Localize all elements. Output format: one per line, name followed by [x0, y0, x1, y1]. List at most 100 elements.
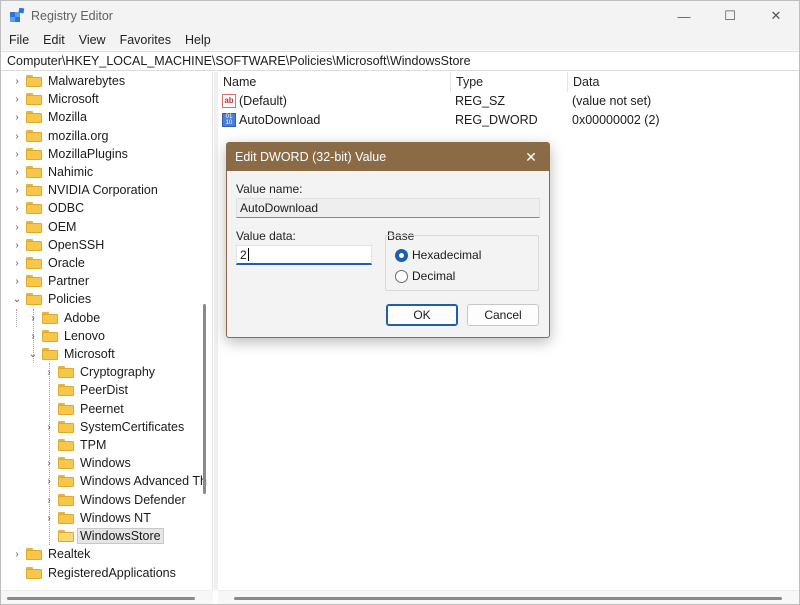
radio-checked-icon[interactable] [395, 248, 408, 262]
tree-item-windows[interactable]: › Windows [43, 454, 133, 472]
folder-icon [26, 293, 42, 305]
menu-view[interactable]: View [71, 31, 112, 50]
radio-hexadecimal[interactable]: Hexadecimal [395, 248, 481, 262]
chevron-right-icon[interactable]: › [11, 90, 23, 108]
registry-editor-icon [10, 8, 25, 22]
dialog-title: Edit DWORD (32-bit) Value [235, 150, 387, 164]
folder-icon [58, 439, 74, 451]
tree-item-registeredapplications[interactable]: RegisteredApplications [11, 564, 178, 582]
tree-item-nahimic[interactable]: › Nahimic [11, 163, 95, 181]
tree-item-adobe[interactable]: › Adobe [27, 309, 102, 327]
scroll-thumb[interactable] [7, 597, 195, 600]
menu-edit[interactable]: Edit [35, 31, 71, 50]
tree-item-windows-defender[interactable]: › Windows Defender [43, 491, 188, 509]
chevron-right-icon[interactable]: › [11, 72, 23, 90]
cancel-button[interactable]: Cancel [467, 304, 539, 326]
base-radio-group: Hexadecimal Decimal [385, 235, 539, 291]
chevron-right-icon[interactable]: › [43, 472, 55, 490]
tree-item-peernet[interactable]: Peernet [43, 400, 126, 418]
tree-item-peerdist[interactable]: PeerDist [43, 381, 130, 399]
minimize-icon: — [677, 8, 691, 24]
dialog-title-bar[interactable]: Edit DWORD (32-bit) Value ✕ [227, 143, 549, 171]
chevron-right-icon[interactable]: › [11, 254, 23, 272]
menu-favorites[interactable]: Favorites [112, 31, 177, 50]
maximize-button[interactable]: ☐ [707, 1, 753, 31]
tree-item-malwarebytes[interactable]: › Malwarebytes [11, 72, 127, 90]
tree-item-partner[interactable]: › Partner [11, 272, 91, 290]
tree-item-cryptography[interactable]: › Cryptography [43, 363, 157, 381]
chevron-right-icon[interactable]: › [43, 418, 55, 436]
tree-item-realtek[interactable]: › Realtek [11, 545, 92, 563]
tree-item-nvidia[interactable]: › NVIDIA Corporation [11, 181, 160, 199]
dialog-close-icon[interactable]: ✕ [521, 147, 541, 167]
tree-item-lenovo[interactable]: › Lenovo [27, 327, 107, 345]
tree-vertical-scrollbar[interactable] [201, 72, 209, 590]
chevron-right-icon[interactable]: › [11, 545, 23, 563]
value-type: REG_DWORD [455, 113, 538, 127]
chevron-right-icon[interactable]: › [11, 236, 23, 254]
value-name[interactable]: (Default) [239, 92, 287, 110]
tree-item-policies[interactable]: ⌄ Policies [11, 290, 93, 308]
tree-item-openssh[interactable]: › OpenSSH [11, 236, 106, 254]
chevron-right-icon[interactable]: › [11, 127, 23, 145]
folder-icon [26, 567, 42, 579]
chevron-right-icon[interactable]: › [27, 327, 39, 345]
scroll-thumb[interactable] [234, 597, 782, 600]
chevron-right-icon[interactable]: › [11, 272, 23, 290]
value-name[interactable]: AutoDownload [239, 111, 320, 129]
chevron-right-icon[interactable]: › [27, 309, 39, 327]
folder-icon [26, 111, 42, 123]
registry-editor-window: Registry Editor — ☐ ✕ File Edit View Fav… [0, 0, 800, 605]
value-data: 0x00000002 (2) [572, 113, 660, 127]
address-bar[interactable]: Computer\HKEY_LOCAL_MACHINE\SOFTWARE\Pol… [1, 51, 799, 71]
chevron-right-icon[interactable]: › [43, 454, 55, 472]
chevron-right-icon[interactable]: › [11, 218, 23, 236]
tree-horizontal-scrollbar[interactable] [1, 590, 213, 604]
tree-item-tpm[interactable]: TPM [43, 436, 108, 454]
tree-item-windows-nt[interactable]: › Windows NT [43, 509, 153, 527]
chevron-right-icon[interactable]: › [11, 163, 23, 181]
folder-icon [58, 403, 74, 415]
chevron-right-icon[interactable]: › [11, 199, 23, 217]
menu-help[interactable]: Help [177, 31, 217, 50]
radio-unchecked-icon[interactable] [395, 269, 408, 283]
chevron-down-icon[interactable]: ⌄ [11, 290, 23, 308]
tree-item-mozillaplugins[interactable]: › MozillaPlugins [11, 145, 130, 163]
value-data-input[interactable]: 2 [236, 245, 372, 265]
key-tree[interactable]: › Malwarebytes › Microsoft › Mozilla › mozil… [1, 72, 213, 590]
column-header-name[interactable]: Name [218, 72, 450, 92]
tree-item-windowsstore[interactable]: WindowsStore [43, 527, 164, 545]
menu-bar: File Edit View Favorites Help [1, 31, 799, 50]
chevron-right-icon[interactable]: › [43, 509, 55, 527]
folder-icon [26, 548, 42, 560]
tree-item-mozilla[interactable]: › Mozilla [11, 108, 89, 126]
folder-icon [26, 166, 42, 178]
menu-file[interactable]: File [1, 31, 35, 50]
radio-decimal[interactable]: Decimal [395, 269, 455, 283]
chevron-right-icon[interactable]: › [11, 108, 23, 126]
chevron-right-icon[interactable]: › [43, 491, 55, 509]
tree-item-mozilla-org[interactable]: › mozilla.org [11, 127, 110, 145]
minimize-button[interactable]: — [661, 1, 707, 31]
tree-item-odbc[interactable]: › ODBC [11, 199, 86, 217]
chevron-right-icon[interactable]: › [43, 363, 55, 381]
chevron-down-icon[interactable]: ⌄ [27, 345, 39, 363]
chevron-right-icon[interactable]: › [11, 145, 23, 163]
ok-button[interactable]: OK [386, 304, 458, 326]
tree-item-systemcertificates[interactable]: › SystemCertificates [43, 418, 186, 436]
tree-item-oracle[interactable]: › Oracle [11, 254, 87, 272]
value-name-label: Value name: [236, 182, 303, 196]
tree-item-oem[interactable]: › OEM [11, 218, 78, 236]
list-horizontal-scrollbar[interactable] [218, 590, 799, 604]
value-data-text: 2 [240, 248, 247, 262]
scroll-thumb[interactable] [203, 304, 206, 494]
folder-icon [26, 257, 42, 269]
chevron-right-icon[interactable]: › [11, 181, 23, 199]
tree-item-microsoft[interactable]: › Microsoft [11, 90, 101, 108]
column-header-type[interactable]: Type [451, 72, 567, 92]
value-data-label: Value data: [236, 229, 296, 243]
tree-item-policies-microsoft[interactable]: ⌄ Microsoft [27, 345, 117, 363]
tree-item-windows-advanced-threat[interactable]: › Windows Advanced Th [43, 472, 209, 490]
column-header-data[interactable]: Data [568, 72, 799, 92]
close-button[interactable]: ✕ [753, 1, 799, 31]
